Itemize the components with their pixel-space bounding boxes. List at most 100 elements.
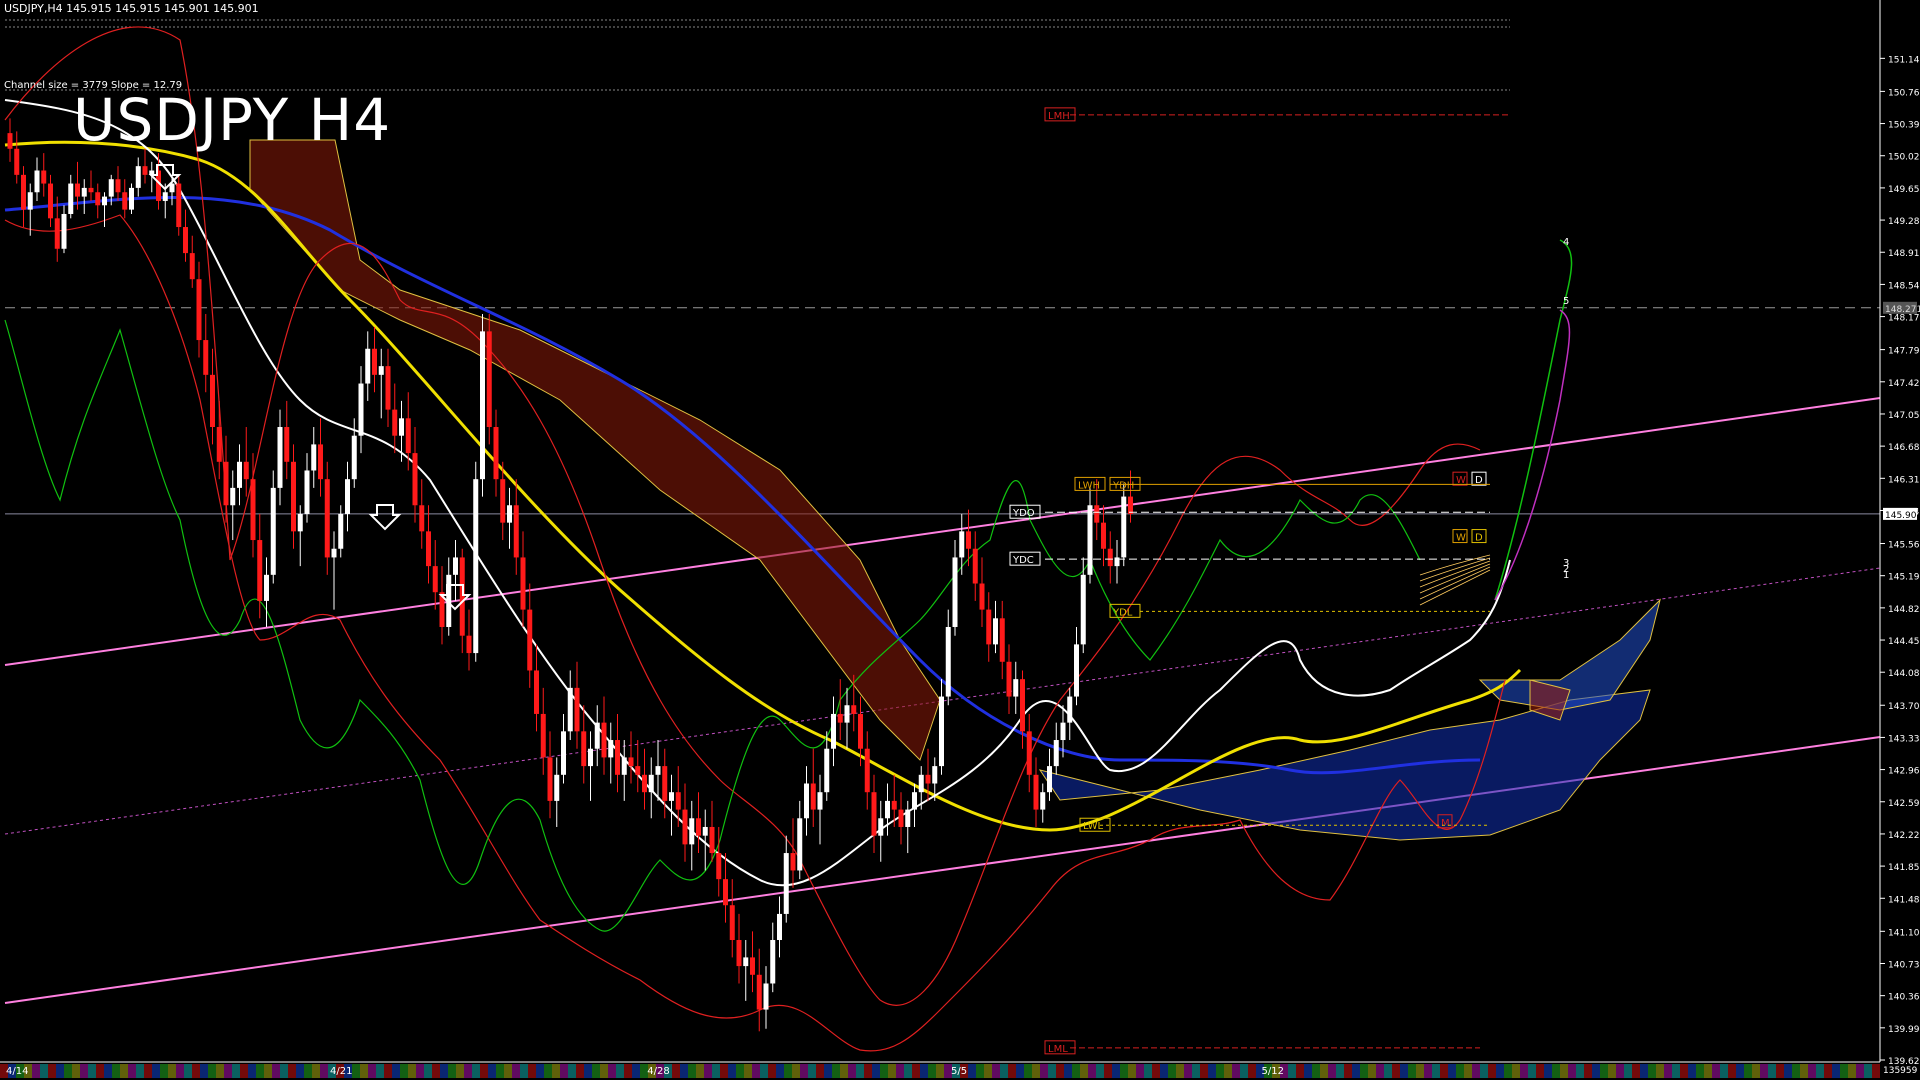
ichimoku-cloud-layer [249, 139, 1661, 841]
timeline-strip-cell [1224, 1064, 1232, 1078]
timeline-strip-cell [864, 1064, 872, 1078]
candle-body [372, 348, 377, 375]
timeline-strip-cell [1480, 1064, 1488, 1078]
down-arrow-icon [368, 504, 402, 531]
timeline-strip-cell [1528, 1064, 1536, 1078]
price-tick-label: 150.390 [1888, 121, 1920, 131]
timeline-strip-cell [1328, 1064, 1336, 1078]
timeline-strip-cell [1504, 1064, 1512, 1078]
candle-body [196, 279, 202, 341]
candle-body [1020, 679, 1025, 732]
candle-body [95, 192, 101, 206]
candle-body [655, 766, 661, 775]
timeline-strip-cell [1840, 1064, 1848, 1078]
timeline-strip-cell [1552, 1064, 1560, 1078]
candle-body [743, 957, 749, 967]
timeline-strip-cell [1536, 1064, 1544, 1078]
candle-body [837, 713, 843, 723]
timeline-strip-cell [400, 1064, 408, 1078]
level-label-text: D [1475, 533, 1483, 544]
price-tick-label: 140.730 [1888, 960, 1920, 970]
timeline-strip-cell [872, 1064, 880, 1078]
candle-body [48, 183, 53, 219]
timeline-strip-cell [1488, 1064, 1496, 1078]
date-tick-label: 5/5 [951, 1066, 967, 1077]
candle-body [642, 774, 647, 793]
timeline-strip-cell [88, 1064, 96, 1078]
candle-body [1074, 644, 1079, 697]
timeline-strip-cell [64, 1064, 72, 1078]
timeline-strip-cell [1672, 1064, 1680, 1078]
candle-body [135, 166, 141, 188]
timeline-strip-cell [1856, 1064, 1864, 1078]
timeline-strip-cell [1288, 1064, 1296, 1078]
candle-body [1087, 505, 1093, 575]
channel-lower-line [4, 736, 1881, 1004]
candle-body [304, 470, 310, 514]
timeline-strip-cell [912, 1064, 920, 1078]
timeline-strip-cell [1648, 1064, 1656, 1078]
timeline-strip-cell [1784, 1064, 1792, 1078]
price-tick-label: 144.080 [1888, 669, 1920, 679]
timeline-strip-cell [784, 1064, 792, 1078]
price-tick-label: 141.850 [1888, 863, 1920, 873]
timeline-strip-cell [440, 1064, 448, 1078]
candle-body [682, 809, 688, 845]
timeline-strip-cell [1816, 1064, 1824, 1078]
timeline-strip-cell [984, 1064, 992, 1078]
timeline-strip-cell [264, 1064, 272, 1078]
timeline-strip-cell [1128, 1064, 1136, 1078]
current-price-label: 145.901 [1885, 511, 1920, 521]
candle-body [945, 626, 951, 697]
timeline-strip-cell [880, 1064, 888, 1078]
timeline-strip-cell [1432, 1064, 1440, 1078]
timeline-strip-cell [920, 1064, 928, 1078]
level-label-text: YDC [1012, 555, 1034, 566]
timeline-strip-cell [1616, 1064, 1624, 1078]
candles-layer [7, 118, 1133, 1032]
wave-label: 4 [1563, 237, 1569, 248]
timeline-strip-cell [280, 1064, 288, 1078]
candle-body [142, 166, 148, 175]
timeline-strip-cell [296, 1064, 304, 1078]
timeline-strip-cell [528, 1064, 536, 1078]
candle-body [702, 826, 708, 836]
candle-body [162, 192, 168, 201]
timeline-strip-cell [1296, 1064, 1304, 1078]
timeline-strip-cell [1184, 1064, 1192, 1078]
candle-body [1033, 774, 1039, 810]
timeline-strip-cell [40, 1064, 48, 1078]
candle-body [507, 505, 512, 523]
timeline-strip-cell [696, 1064, 704, 1078]
price-tick-label: 149.650 [1888, 185, 1920, 195]
timeline-strip-cell [1400, 1064, 1408, 1078]
timeline-strip-cell [496, 1064, 504, 1078]
timeline-strip-cell [1472, 1064, 1480, 1078]
candle-body [230, 487, 236, 506]
timeline-strip-cell [184, 1064, 192, 1078]
candle-body [905, 809, 911, 827]
candle-body [486, 331, 492, 428]
timeline-strip-cell [1056, 1064, 1064, 1078]
candle-body [547, 757, 553, 801]
candle-body [480, 331, 485, 480]
candle-body [770, 940, 776, 984]
candle-body [183, 227, 188, 254]
timeline-strip-cell [688, 1064, 696, 1078]
candle-body [763, 983, 769, 1010]
timeline-strip-cell [1576, 1064, 1584, 1078]
candle-body [399, 418, 404, 436]
candle-body [689, 818, 695, 845]
timeline-strip-cell [672, 1064, 680, 1078]
timeline-strip-cell [616, 1064, 624, 1078]
timeline-strip-cell [408, 1064, 416, 1078]
price-tick-label: 145.560 [1888, 541, 1920, 551]
level-label-text: LML [1048, 1044, 1068, 1055]
price-tick-label: 148.170 [1888, 314, 1920, 324]
candle-body [189, 253, 195, 280]
timeline-strip-cell [792, 1064, 800, 1078]
timeline-strip-cell [1680, 1064, 1688, 1078]
timeline-strip-cell [1592, 1064, 1600, 1078]
chart-title: USDJPY H4 [73, 86, 392, 154]
candle-body [608, 740, 614, 758]
